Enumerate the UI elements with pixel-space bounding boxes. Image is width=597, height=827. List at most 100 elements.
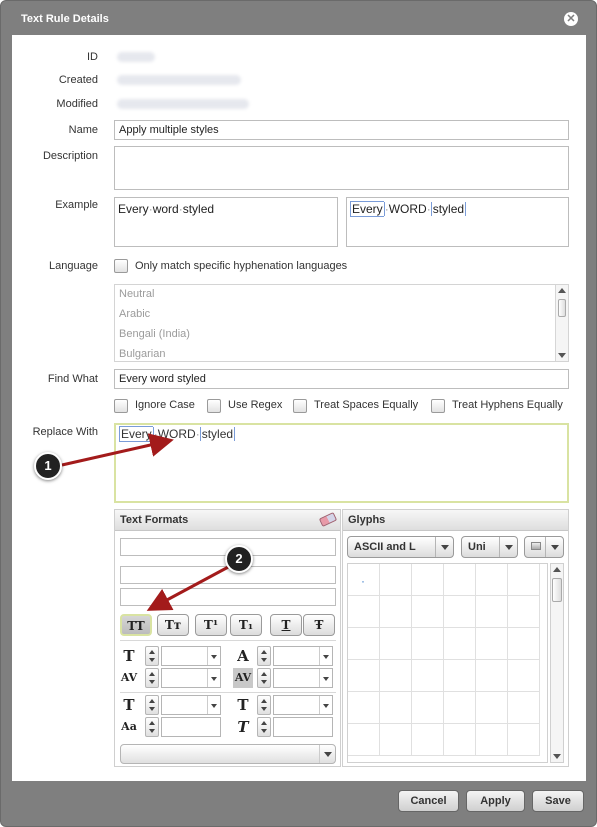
language-item[interactable]: Bulgarian xyxy=(119,348,165,360)
language-list[interactable]: Neutral Arabic Bengali (India) Bulgarian xyxy=(114,284,569,362)
glyph-cell[interactable] xyxy=(412,724,444,756)
glyph-cell[interactable] xyxy=(444,724,476,756)
treat-spaces-equally-checkbox[interactable] xyxy=(293,399,307,413)
find-what-input[interactable]: Every word styled xyxy=(114,369,569,389)
use-regex-checkbox[interactable] xyxy=(207,399,221,413)
glyph-grid[interactable]: · xyxy=(347,563,548,763)
glyph-cell[interactable] xyxy=(348,724,380,756)
glyph-cell[interactable] xyxy=(380,596,412,628)
glyph-cell[interactable] xyxy=(412,564,444,596)
glyph-cell[interactable] xyxy=(508,596,540,628)
chevron-down-icon[interactable] xyxy=(435,537,453,557)
glyph-cell[interactable] xyxy=(412,596,444,628)
language-list-scrollbar[interactable] xyxy=(555,285,568,361)
underline-button[interactable]: T xyxy=(270,614,302,636)
glyph-cell[interactable] xyxy=(412,628,444,660)
scroll-thumb[interactable] xyxy=(552,578,562,602)
horizontal-scale-stepper[interactable] xyxy=(257,695,271,715)
glyph-cell[interactable] xyxy=(476,724,508,756)
chevron-down-icon[interactable] xyxy=(319,669,332,687)
example-input-left[interactable]: Every·word·styled xyxy=(114,197,338,247)
kerning-stepper[interactable] xyxy=(257,668,271,688)
language-item[interactable]: Neutral xyxy=(119,288,154,300)
chevron-down-icon[interactable] xyxy=(545,537,563,557)
language-item[interactable]: Arabic xyxy=(119,308,150,320)
chevron-down-icon[interactable] xyxy=(319,647,332,665)
tracking-stepper[interactable] xyxy=(145,668,159,688)
glyph-cell[interactable] xyxy=(412,660,444,692)
glyph-cell[interactable] xyxy=(444,692,476,724)
skew-input[interactable] xyxy=(273,717,333,737)
scroll-up-icon[interactable] xyxy=(558,288,566,293)
glyph-cell[interactable] xyxy=(348,692,380,724)
skew-stepper[interactable] xyxy=(257,717,271,737)
scroll-thumb[interactable] xyxy=(558,299,566,317)
glyph-cell[interactable] xyxy=(412,692,444,724)
glyph-cell[interactable] xyxy=(444,628,476,660)
description-textarea[interactable] xyxy=(114,146,569,190)
glyph-cell[interactable] xyxy=(380,724,412,756)
vertical-scale-stepper[interactable] xyxy=(145,695,159,715)
chevron-down-icon[interactable] xyxy=(319,696,332,714)
glyph-cell[interactable] xyxy=(508,628,540,660)
glyph-cell[interactable] xyxy=(380,660,412,692)
name-input[interactable]: Apply multiple styles xyxy=(114,120,569,140)
baseline-stepper[interactable] xyxy=(145,717,159,737)
close-icon[interactable]: ✕ xyxy=(564,12,578,26)
character-style-select[interactable] xyxy=(120,744,336,764)
glyph-cell[interactable] xyxy=(508,564,540,596)
glyph-cell[interactable] xyxy=(508,724,540,756)
glyph-cell[interactable] xyxy=(380,628,412,660)
glyph-cell[interactable] xyxy=(476,660,508,692)
scroll-down-icon[interactable] xyxy=(558,353,566,358)
glyph-cell[interactable] xyxy=(476,628,508,660)
treat-hyphens-equally-checkbox[interactable] xyxy=(431,399,445,413)
font-size-select[interactable] xyxy=(161,646,221,666)
superscript-button[interactable]: T¹ xyxy=(195,614,227,636)
glyph-set-select[interactable]: ASCII and L xyxy=(347,536,454,558)
replace-with-editor[interactable]: Every ·WORD· styled xyxy=(114,423,569,503)
replace-token[interactable]: styled xyxy=(199,427,236,441)
glyph-cell[interactable] xyxy=(444,596,476,628)
glyph-cell[interactable] xyxy=(508,660,540,692)
tracking-select[interactable] xyxy=(161,668,221,688)
cancel-button[interactable]: Cancel xyxy=(398,790,459,812)
baseline-input[interactable] xyxy=(161,717,221,737)
glyph-cell[interactable] xyxy=(476,596,508,628)
horizontal-scale-select[interactable] xyxy=(273,695,333,715)
apply-button[interactable]: Apply xyxy=(466,790,525,812)
chevron-down-icon[interactable] xyxy=(207,669,220,687)
glyph-cell[interactable] xyxy=(380,564,412,596)
glyph-options-button[interactable] xyxy=(524,536,564,558)
eraser-icon[interactable] xyxy=(318,512,338,527)
glyph-cell[interactable] xyxy=(348,596,380,628)
glyph-cell[interactable] xyxy=(348,660,380,692)
glyph-cell[interactable] xyxy=(476,564,508,596)
all-caps-button[interactable]: TT xyxy=(120,614,152,636)
glyph-cell[interactable]: · xyxy=(348,564,380,596)
language-item[interactable]: Bengali (India) xyxy=(119,328,190,340)
glyph-cell[interactable] xyxy=(380,692,412,724)
encoding-select[interactable]: Uni xyxy=(461,536,518,558)
hyphenation-languages-checkbox[interactable] xyxy=(114,259,128,273)
vertical-scale-select[interactable] xyxy=(161,695,221,715)
ignore-case-checkbox[interactable] xyxy=(114,399,128,413)
baseline-shift-select[interactable] xyxy=(273,646,333,666)
chevron-down-icon[interactable] xyxy=(207,696,220,714)
glyph-grid-scrollbar[interactable] xyxy=(550,563,564,763)
strikethrough-button[interactable]: Ŧ xyxy=(303,614,335,636)
replace-token[interactable]: Every xyxy=(119,426,153,442)
glyph-cell[interactable] xyxy=(476,692,508,724)
format-field[interactable] xyxy=(120,588,336,606)
chevron-down-icon[interactable] xyxy=(499,537,517,557)
chevron-down-icon[interactable] xyxy=(207,647,220,665)
subscript-button[interactable]: T₁ xyxy=(230,614,262,636)
scroll-down-icon[interactable] xyxy=(553,754,561,759)
replace-token[interactable]: WORD xyxy=(158,427,196,441)
glyph-cell[interactable] xyxy=(348,628,380,660)
glyph-cell[interactable] xyxy=(444,660,476,692)
glyph-cell[interactable] xyxy=(444,564,476,596)
font-size-stepper[interactable] xyxy=(145,646,159,666)
chevron-down-icon[interactable] xyxy=(319,745,335,763)
scroll-up-icon[interactable] xyxy=(553,567,561,572)
